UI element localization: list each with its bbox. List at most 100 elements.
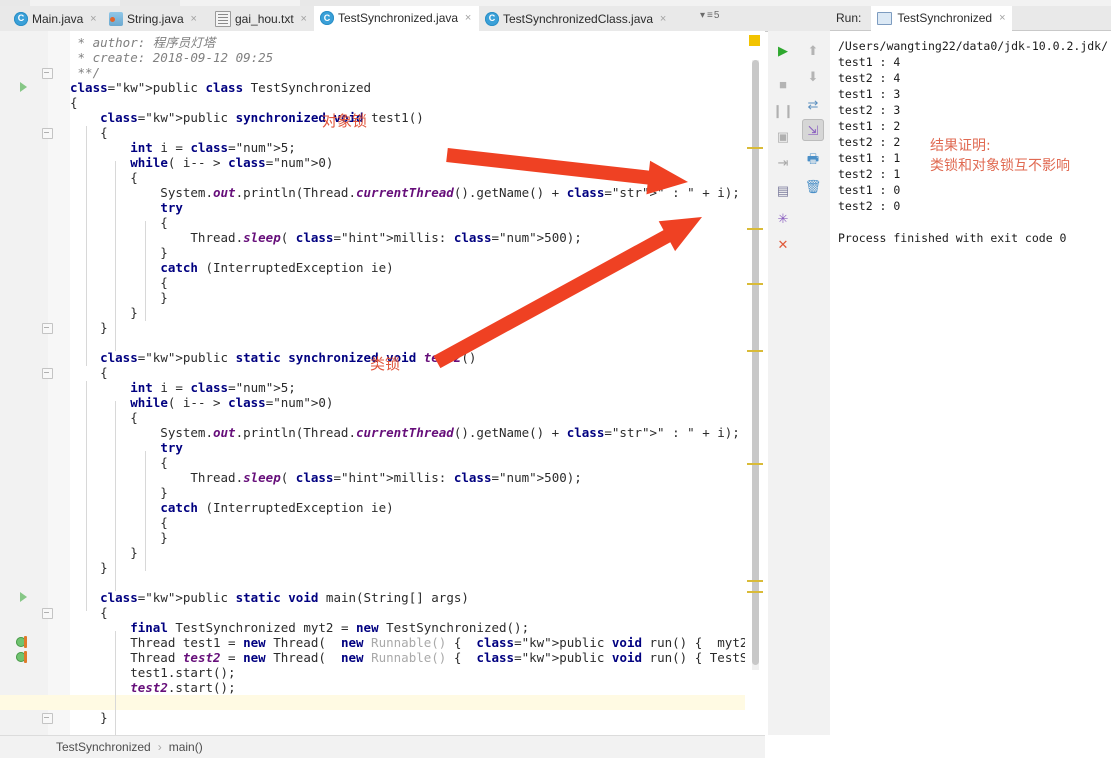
camera-snapshot-button[interactable]: ▣: [772, 125, 794, 147]
code-line[interactable]: * author: 程序员灯塔: [70, 35, 215, 50]
code-line[interactable]: catch (InterruptedException ie): [70, 260, 394, 275]
scrollbar-warning-mark[interactable]: [747, 463, 763, 465]
run-gutter-icon[interactable]: [18, 81, 30, 93]
rerun-button[interactable]: ▶: [772, 39, 794, 61]
code-line[interactable]: class="kw">public static synchronized vo…: [70, 350, 476, 365]
code-line[interactable]: }: [70, 290, 168, 305]
close-icon[interactable]: ×: [463, 12, 473, 24]
editor-tab-testsynchronizedclass-java[interactable]: TestSynchronizedClass.java×: [479, 6, 676, 31]
code-line[interactable]: test2.start();: [70, 680, 236, 695]
run-console-output[interactable]: /Users/wangting22/data0/jdk-10.0.2.jdk/ …: [830, 31, 1111, 758]
code-fold-toggle[interactable]: [42, 323, 53, 334]
editor-tab-string-java[interactable]: String.java×: [103, 6, 209, 31]
code-line[interactable]: }: [70, 545, 138, 560]
close-button[interactable]: ✕: [772, 233, 794, 255]
error-stripe-indicator[interactable]: [749, 35, 760, 46]
scrollbar-warning-mark[interactable]: [747, 228, 763, 230]
code-line[interactable]: while( i-- > class="num">0): [70, 155, 333, 170]
clear-all-button[interactable]: 🗑: [802, 175, 824, 197]
code-line[interactable]: {: [70, 605, 108, 620]
code-line[interactable]: }: [70, 305, 138, 320]
scrollbar-warning-mark[interactable]: [747, 580, 763, 582]
code-line[interactable]: Thread.sleep( class="hint">millis: class…: [70, 470, 582, 485]
code-line[interactable]: {: [70, 365, 108, 380]
code-line[interactable]: {: [70, 455, 168, 470]
tab-overflow-count: 5: [714, 10, 720, 21]
code-line[interactable]: {: [70, 125, 108, 140]
code-line[interactable]: * create: 2018-09-12 09:25: [70, 50, 273, 65]
code-line[interactable]: }: [70, 245, 168, 260]
print-button[interactable]: 🖶: [802, 147, 824, 169]
code-line[interactable]: {: [70, 410, 138, 425]
code-line[interactable]: }: [70, 485, 168, 500]
stop-button[interactable]: ■: [772, 73, 794, 95]
scroll-to-end-icon: ⇲: [802, 119, 824, 141]
code-line[interactable]: **/: [70, 65, 100, 80]
editor-scrollbar-thumb[interactable]: [752, 60, 759, 665]
thread-gutter-icon[interactable]: [16, 636, 30, 649]
scrollbar-warning-mark[interactable]: [747, 350, 763, 352]
code-line[interactable]: Thread test2 = new Thread( new Runnable(…: [70, 650, 765, 665]
code-line[interactable]: }: [70, 530, 168, 545]
code-content[interactable]: * author: 程序员灯塔 * create: 2018-09-12 09:…: [70, 31, 765, 735]
scroll-to-end-button[interactable]: ⇲: [802, 119, 824, 141]
profiler-button[interactable]: ✳: [772, 207, 794, 229]
code-line[interactable]: }: [70, 710, 108, 725]
code-line[interactable]: Thread.sleep( class="hint">millis: class…: [70, 230, 582, 245]
code-line[interactable]: class="kw">public class TestSynchronized: [70, 80, 371, 95]
pause-output-button[interactable]: ❙❙: [772, 99, 794, 121]
code-line[interactable]: catch (InterruptedException ie): [70, 500, 394, 515]
code-line[interactable]: {: [70, 95, 78, 110]
console-view-icon: ▤: [772, 179, 794, 201]
console-view-button[interactable]: ▤: [772, 179, 794, 201]
close-icon[interactable]: ×: [658, 13, 668, 25]
code-fold-toggle[interactable]: [42, 68, 53, 79]
scrollbar-warning-mark[interactable]: [747, 591, 763, 593]
code-line[interactable]: }: [70, 320, 108, 335]
code-fold-toggle[interactable]: [42, 713, 53, 724]
code-line[interactable]: }: [70, 560, 108, 575]
code-line[interactable]: {: [70, 170, 138, 185]
editor-tab-main-java[interactable]: Main.java×: [8, 6, 103, 31]
code-line[interactable]: test1.start();: [70, 665, 236, 680]
code-line[interactable]: class="kw">public static void main(Strin…: [70, 590, 469, 605]
scrollbar-warning-mark[interactable]: [747, 147, 763, 149]
editor-tab-gai_hou-txt[interactable]: gai_hou.txt×: [209, 6, 314, 31]
run-configuration-tab[interactable]: TestSynchronized ×: [871, 6, 1011, 31]
scroll-down-button[interactable]: ⬇: [802, 65, 824, 87]
run-gutter-icon[interactable]: [18, 591, 30, 603]
tab-overflow-control[interactable]: ▾ ≡ 5: [700, 10, 719, 21]
code-fold-toggle[interactable]: [42, 128, 53, 139]
code-line[interactable]: System.out.println(Thread.currentThread(…: [70, 425, 740, 440]
code-line[interactable]: {: [70, 215, 168, 230]
code-line[interactable]: Thread test1 = new Thread( new Runnable(…: [70, 635, 765, 650]
java-class-icon: [14, 12, 28, 26]
run-toolbar-primary: ▶ ■ ❙❙ ▣ ⇥ ▤ ✳ ✕: [768, 31, 799, 735]
soft-wrap-button[interactable]: ⇄: [802, 93, 824, 115]
soft-wrap-icon: ⇄: [802, 93, 824, 115]
close-icon[interactable]: ×: [189, 13, 199, 25]
code-line[interactable]: final TestSynchronized myt2 = new TestSy…: [70, 620, 529, 635]
code-fold-toggle[interactable]: [42, 608, 53, 619]
close-icon[interactable]: ×: [88, 13, 98, 25]
code-line[interactable]: class="kw">public synchronized void test…: [70, 110, 424, 125]
code-line[interactable]: System.out.println(Thread.currentThread(…: [70, 185, 740, 200]
code-line[interactable]: int i = class="num">5;: [70, 380, 296, 395]
code-line[interactable]: while( i-- > class="num">0): [70, 395, 333, 410]
breadcrumb-method[interactable]: main(): [169, 740, 203, 754]
code-line[interactable]: {: [70, 275, 168, 290]
code-fold-toggle[interactable]: [42, 368, 53, 379]
code-line[interactable]: int i = class="num">5;: [70, 140, 296, 155]
scroll-up-button[interactable]: ⬆: [802, 39, 824, 61]
dump-threads-button[interactable]: ⇥: [772, 151, 794, 173]
breadcrumb-class[interactable]: TestSynchronized: [56, 740, 151, 754]
breadcrumb[interactable]: TestSynchronized › main(): [0, 735, 765, 758]
scrollbar-warning-mark[interactable]: [747, 283, 763, 285]
indent-guide: [145, 451, 146, 571]
code-line[interactable]: {: [70, 515, 168, 530]
close-icon[interactable]: ×: [299, 13, 309, 25]
thread-gutter-icon[interactable]: [16, 651, 30, 664]
code-editor[interactable]: 4567891011121314151617181920212223242526…: [0, 31, 765, 735]
close-icon[interactable]: ×: [999, 12, 1005, 24]
editor-tab-testsynchronized-java[interactable]: TestSynchronized.java×: [314, 6, 479, 31]
